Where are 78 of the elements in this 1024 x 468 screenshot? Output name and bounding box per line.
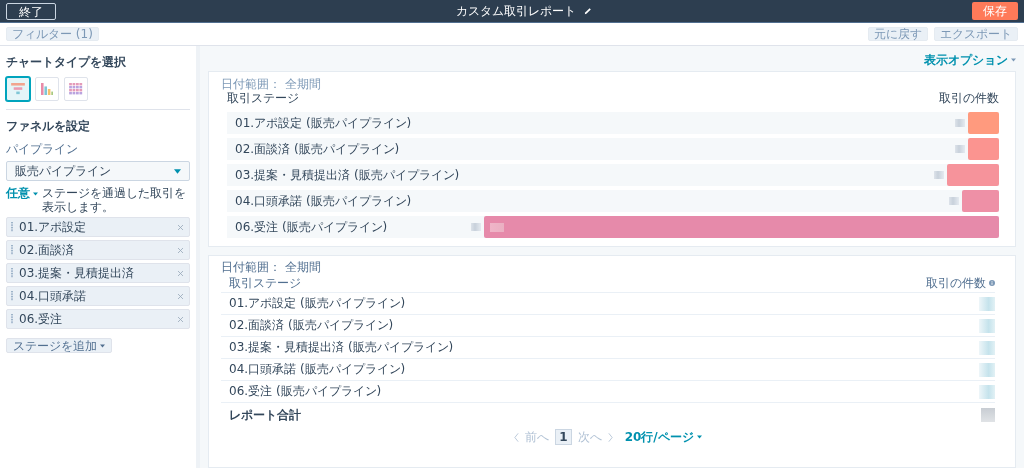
- table-cell: 04.口頭承諾 (販売パイプライン): [229, 361, 406, 378]
- grid-icon: [69, 83, 83, 95]
- exit-button[interactable]: 終了: [6, 2, 56, 20]
- blurred-value: [955, 145, 966, 153]
- section-heading: ファネルを設定: [6, 118, 91, 135]
- stage-item[interactable]: 06.受注: [6, 309, 190, 329]
- chevron-left-icon[interactable]: [514, 432, 520, 442]
- stage-name: 02.面談済: [19, 241, 76, 259]
- funnel-icon: [11, 83, 25, 95]
- stage-item[interactable]: 01.アポ設定: [6, 217, 190, 237]
- chart-type-button[interactable]: [6, 77, 30, 101]
- field-label: パイプライン: [6, 141, 79, 158]
- pipeline-dropdown[interactable]: 販売パイプライン: [6, 161, 190, 181]
- blurred-value: [979, 318, 995, 333]
- blurred-value: [979, 296, 995, 311]
- close-icon[interactable]: [178, 270, 183, 276]
- bar-chart-icon: [40, 83, 54, 95]
- stage-name: 03.提案・見積提出済: [19, 264, 136, 282]
- table-cell: 01.アポ設定 (販売パイプライン): [229, 295, 406, 312]
- column-header: 取引ステージ: [227, 91, 299, 105]
- blurred-value: [979, 362, 995, 377]
- stage-name: 04.口頭承諾: [19, 287, 88, 305]
- column-header: 取引の件数: [926, 274, 986, 292]
- mode-dropdown[interactable]: 任意: [6, 186, 38, 200]
- blurred-value: [955, 119, 966, 127]
- caret-icon: [100, 344, 105, 348]
- column-header: 取引の件数: [939, 91, 999, 105]
- table-cell: レポート合計: [229, 406, 301, 424]
- table-cell: 03.提案・見積提出済 (販売パイプライン): [229, 339, 454, 356]
- table-cell: 02.面談済 (販売パイプライン): [229, 317, 394, 334]
- close-icon[interactable]: [178, 247, 183, 253]
- reset-button[interactable]: 元に戻す: [868, 27, 928, 41]
- caret-icon: [1011, 58, 1016, 62]
- stage-label: 02.面談済 (販売パイプライン): [234, 140, 400, 158]
- section-heading: チャートタイプを選択: [6, 54, 127, 71]
- caret-icon: [33, 191, 38, 196]
- stage-label: 04.口頭承諾 (販売パイプライン): [234, 192, 412, 210]
- column-header: 取引ステージ: [229, 274, 301, 292]
- display-options-button[interactable]: 表示オプション: [924, 51, 1016, 69]
- mode-hint: ステージを通過した取引を表示します。: [42, 186, 187, 214]
- table-cell: 06.受注 (販売パイプライン): [229, 383, 382, 400]
- date-range: 日付範囲： 全期間: [221, 78, 322, 91]
- caret-icon: [174, 168, 181, 174]
- drag-handle-icon[interactable]: [11, 268, 13, 278]
- export-button[interactable]: エクスポート: [934, 27, 1018, 41]
- close-icon[interactable]: [178, 316, 183, 322]
- drag-handle-icon[interactable]: [11, 314, 13, 324]
- blurred-value: [490, 223, 505, 232]
- close-icon[interactable]: [178, 224, 183, 230]
- save-button[interactable]: 保存: [972, 2, 1018, 20]
- stage-item[interactable]: 02.面談済: [6, 240, 190, 260]
- drag-handle-icon[interactable]: [11, 245, 13, 255]
- add-stage-button[interactable]: ステージを追加: [6, 338, 112, 353]
- caret-icon: [696, 435, 702, 439]
- blurred-value: [981, 408, 995, 422]
- blurred-value: [979, 340, 995, 355]
- blurred-value: [471, 223, 482, 231]
- blurred-value: [948, 197, 959, 205]
- filter-button[interactable]: フィルター (1): [6, 27, 99, 41]
- report-title: カスタム取引レポート: [456, 2, 576, 20]
- blurred-value: [979, 384, 995, 399]
- drag-handle-icon[interactable]: [11, 291, 13, 301]
- page-number[interactable]: 1: [555, 429, 572, 445]
- drag-handle-icon[interactable]: [11, 222, 13, 232]
- info-icon[interactable]: [989, 280, 995, 286]
- chevron-right-icon[interactable]: [607, 432, 613, 442]
- stage-name: 01.アポ設定: [19, 218, 88, 236]
- page-size-dropdown[interactable]: 20行/ページ: [624, 428, 702, 446]
- stage-label: 06.受注 (販売パイプライン): [234, 218, 388, 236]
- stage-label: 03.提案・見積提出済 (販売パイプライン): [234, 166, 460, 184]
- blurred-value: [933, 171, 944, 179]
- pencil-icon[interactable]: [584, 7, 592, 15]
- stage-name: 06.受注: [19, 310, 64, 328]
- stage-item[interactable]: 04.口頭承諾: [6, 286, 190, 306]
- stage-label: 01.アポ設定 (販売パイプライン): [234, 114, 412, 132]
- close-icon[interactable]: [178, 293, 183, 299]
- stage-item[interactable]: 03.提案・見積提出済: [6, 263, 190, 283]
- date-range: 日付範囲： 全期間: [221, 261, 322, 274]
